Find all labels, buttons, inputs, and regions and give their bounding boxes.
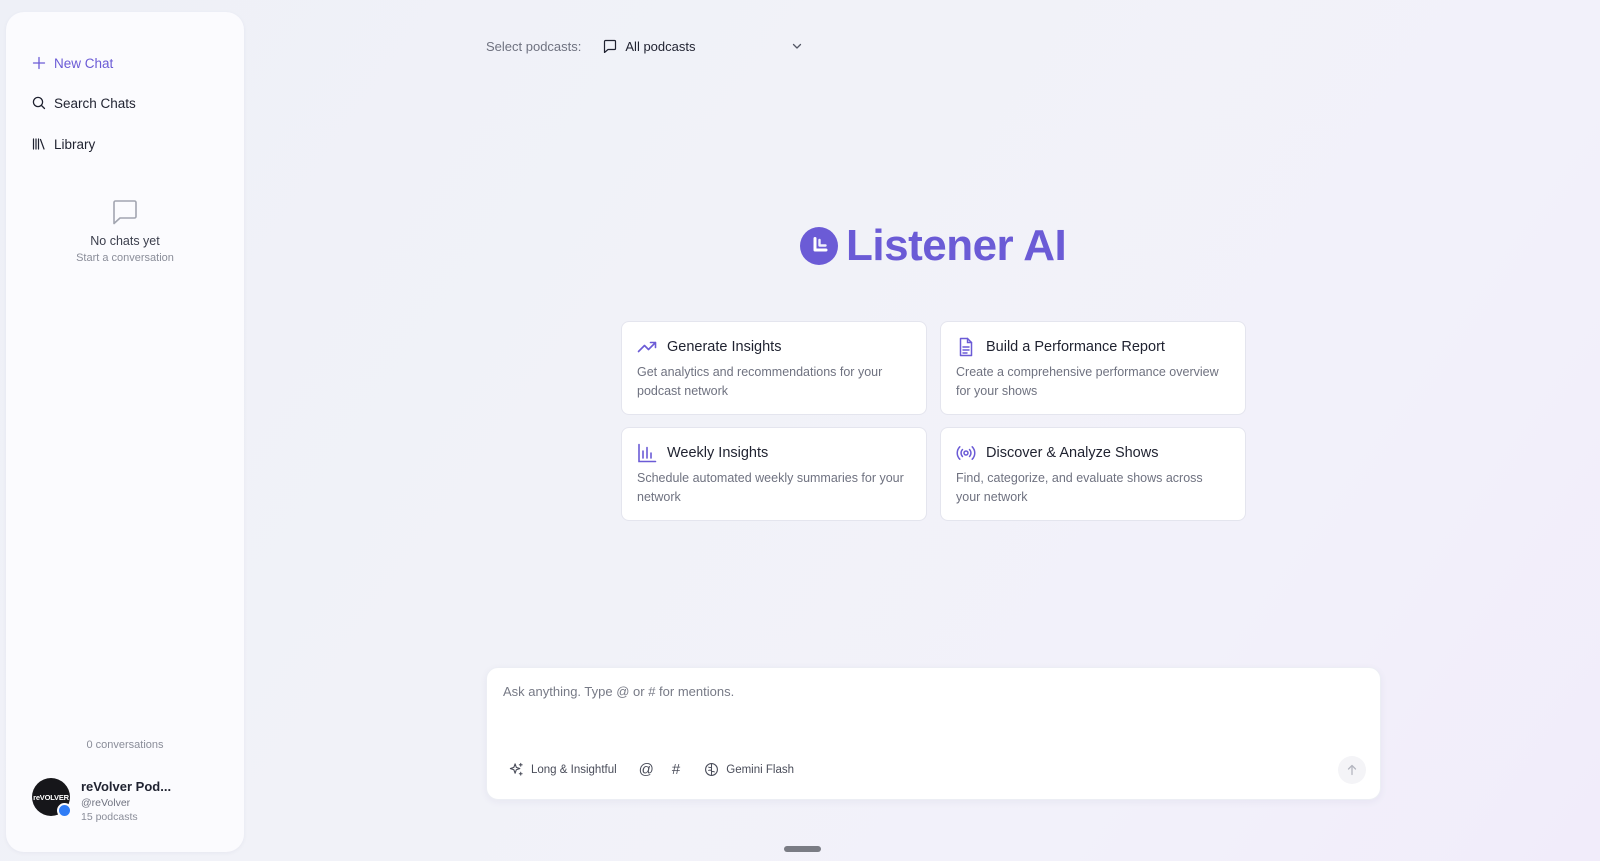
library-button[interactable]: Library	[32, 132, 95, 156]
profile-name: reVolver Pod...	[81, 779, 172, 794]
card-performance-report[interactable]: Build a Performance Report Create a comp…	[940, 321, 1246, 415]
app-logo: Listener AI	[800, 221, 1067, 270]
search-chats-label: Search Chats	[54, 95, 136, 111]
card-title: Build a Performance Report	[986, 339, 1165, 355]
card-title: Weekly Insights	[667, 445, 769, 461]
card-weekly-insights[interactable]: Weekly Insights Schedule automated weekl…	[621, 427, 927, 521]
trending-up-icon	[637, 341, 657, 353]
card-generate-insights[interactable]: Generate Insights Get analytics and reco…	[621, 321, 927, 415]
brain-icon	[705, 763, 719, 776]
user-profile[interactable]: reVOLVER reVolver Pod... @reVolver 15 po…	[32, 778, 171, 823]
conversation-count: 0 conversations	[86, 739, 164, 751]
model-selector-button[interactable]: Gemini Flash	[704, 762, 794, 777]
mention-button[interactable]: @	[639, 761, 654, 778]
card-description: Find, categorize, and evaluate shows acr…	[956, 471, 1203, 504]
card-discover-shows[interactable]: Discover & Analyze Shows Find, categoriz…	[940, 427, 1246, 521]
empty-subtitle: Start a conversation	[76, 252, 174, 264]
profile-podcast-count: 15 podcasts	[81, 811, 138, 823]
card-description: Schedule automated weekly summaries for …	[637, 471, 904, 504]
send-button[interactable]	[1338, 756, 1366, 784]
search-icon	[32, 96, 46, 110]
hash-icon: #	[671, 761, 681, 778]
online-status-dot	[57, 803, 72, 818]
profile-handle: @reVolver	[81, 797, 131, 809]
empty-title: No chats yet	[90, 234, 160, 248]
at-sign-icon: @	[638, 761, 654, 778]
library-icon	[32, 138, 45, 150]
response-mode-button[interactable]: Long & Insightful	[509, 762, 617, 777]
chat-input[interactable]	[503, 684, 1363, 699]
document-icon	[959, 337, 973, 357]
tag-button[interactable]: #	[672, 761, 680, 778]
sidebar: New Chat Search Chats Library No chats y…	[6, 12, 244, 852]
message-square-icon	[604, 39, 617, 53]
plus-icon	[32, 56, 46, 70]
listener-logo-icon	[800, 227, 838, 265]
podcast-selector: Select podcasts: All podcasts	[486, 36, 803, 56]
broadcast-icon	[956, 446, 976, 460]
new-chat-label: New Chat	[54, 55, 114, 71]
app-name: Listener AI	[846, 221, 1067, 270]
library-label: Library	[54, 136, 96, 152]
response-mode-label: Long & Insightful	[531, 763, 617, 776]
card-title: Generate Insights	[667, 339, 782, 355]
model-label: Gemini Flash	[726, 763, 794, 776]
podcast-select-label: Select podcasts:	[486, 38, 582, 54]
card-title: Discover & Analyze Shows	[986, 445, 1159, 461]
home-indicator	[784, 846, 821, 852]
podcast-dropdown[interactable]: All podcasts	[603, 39, 803, 54]
chat-composer: Long & Insightful @ # Gemini Flash	[486, 667, 1381, 800]
card-description: Get analytics and recommendations for yo…	[637, 365, 883, 398]
sparkles-icon	[509, 762, 523, 776]
chevron-down-icon	[793, 43, 802, 49]
search-chats-button[interactable]: Search Chats	[32, 91, 136, 115]
avatar-logo-text: reVOLVER	[33, 792, 69, 802]
card-description: Create a comprehensive performance overv…	[956, 365, 1219, 398]
arrow-up-icon	[1347, 764, 1357, 776]
podcast-dropdown-value: All podcasts	[625, 38, 696, 54]
empty-chats-state: No chats yet Start a conversation	[6, 198, 244, 264]
chat-bubble-icon	[113, 200, 137, 225]
avatar: reVOLVER	[32, 778, 72, 818]
new-chat-button[interactable]: New Chat	[32, 51, 113, 75]
bar-chart-icon	[638, 443, 657, 463]
composer-toolbar: Long & Insightful @ # Gemini Flash	[509, 761, 794, 778]
